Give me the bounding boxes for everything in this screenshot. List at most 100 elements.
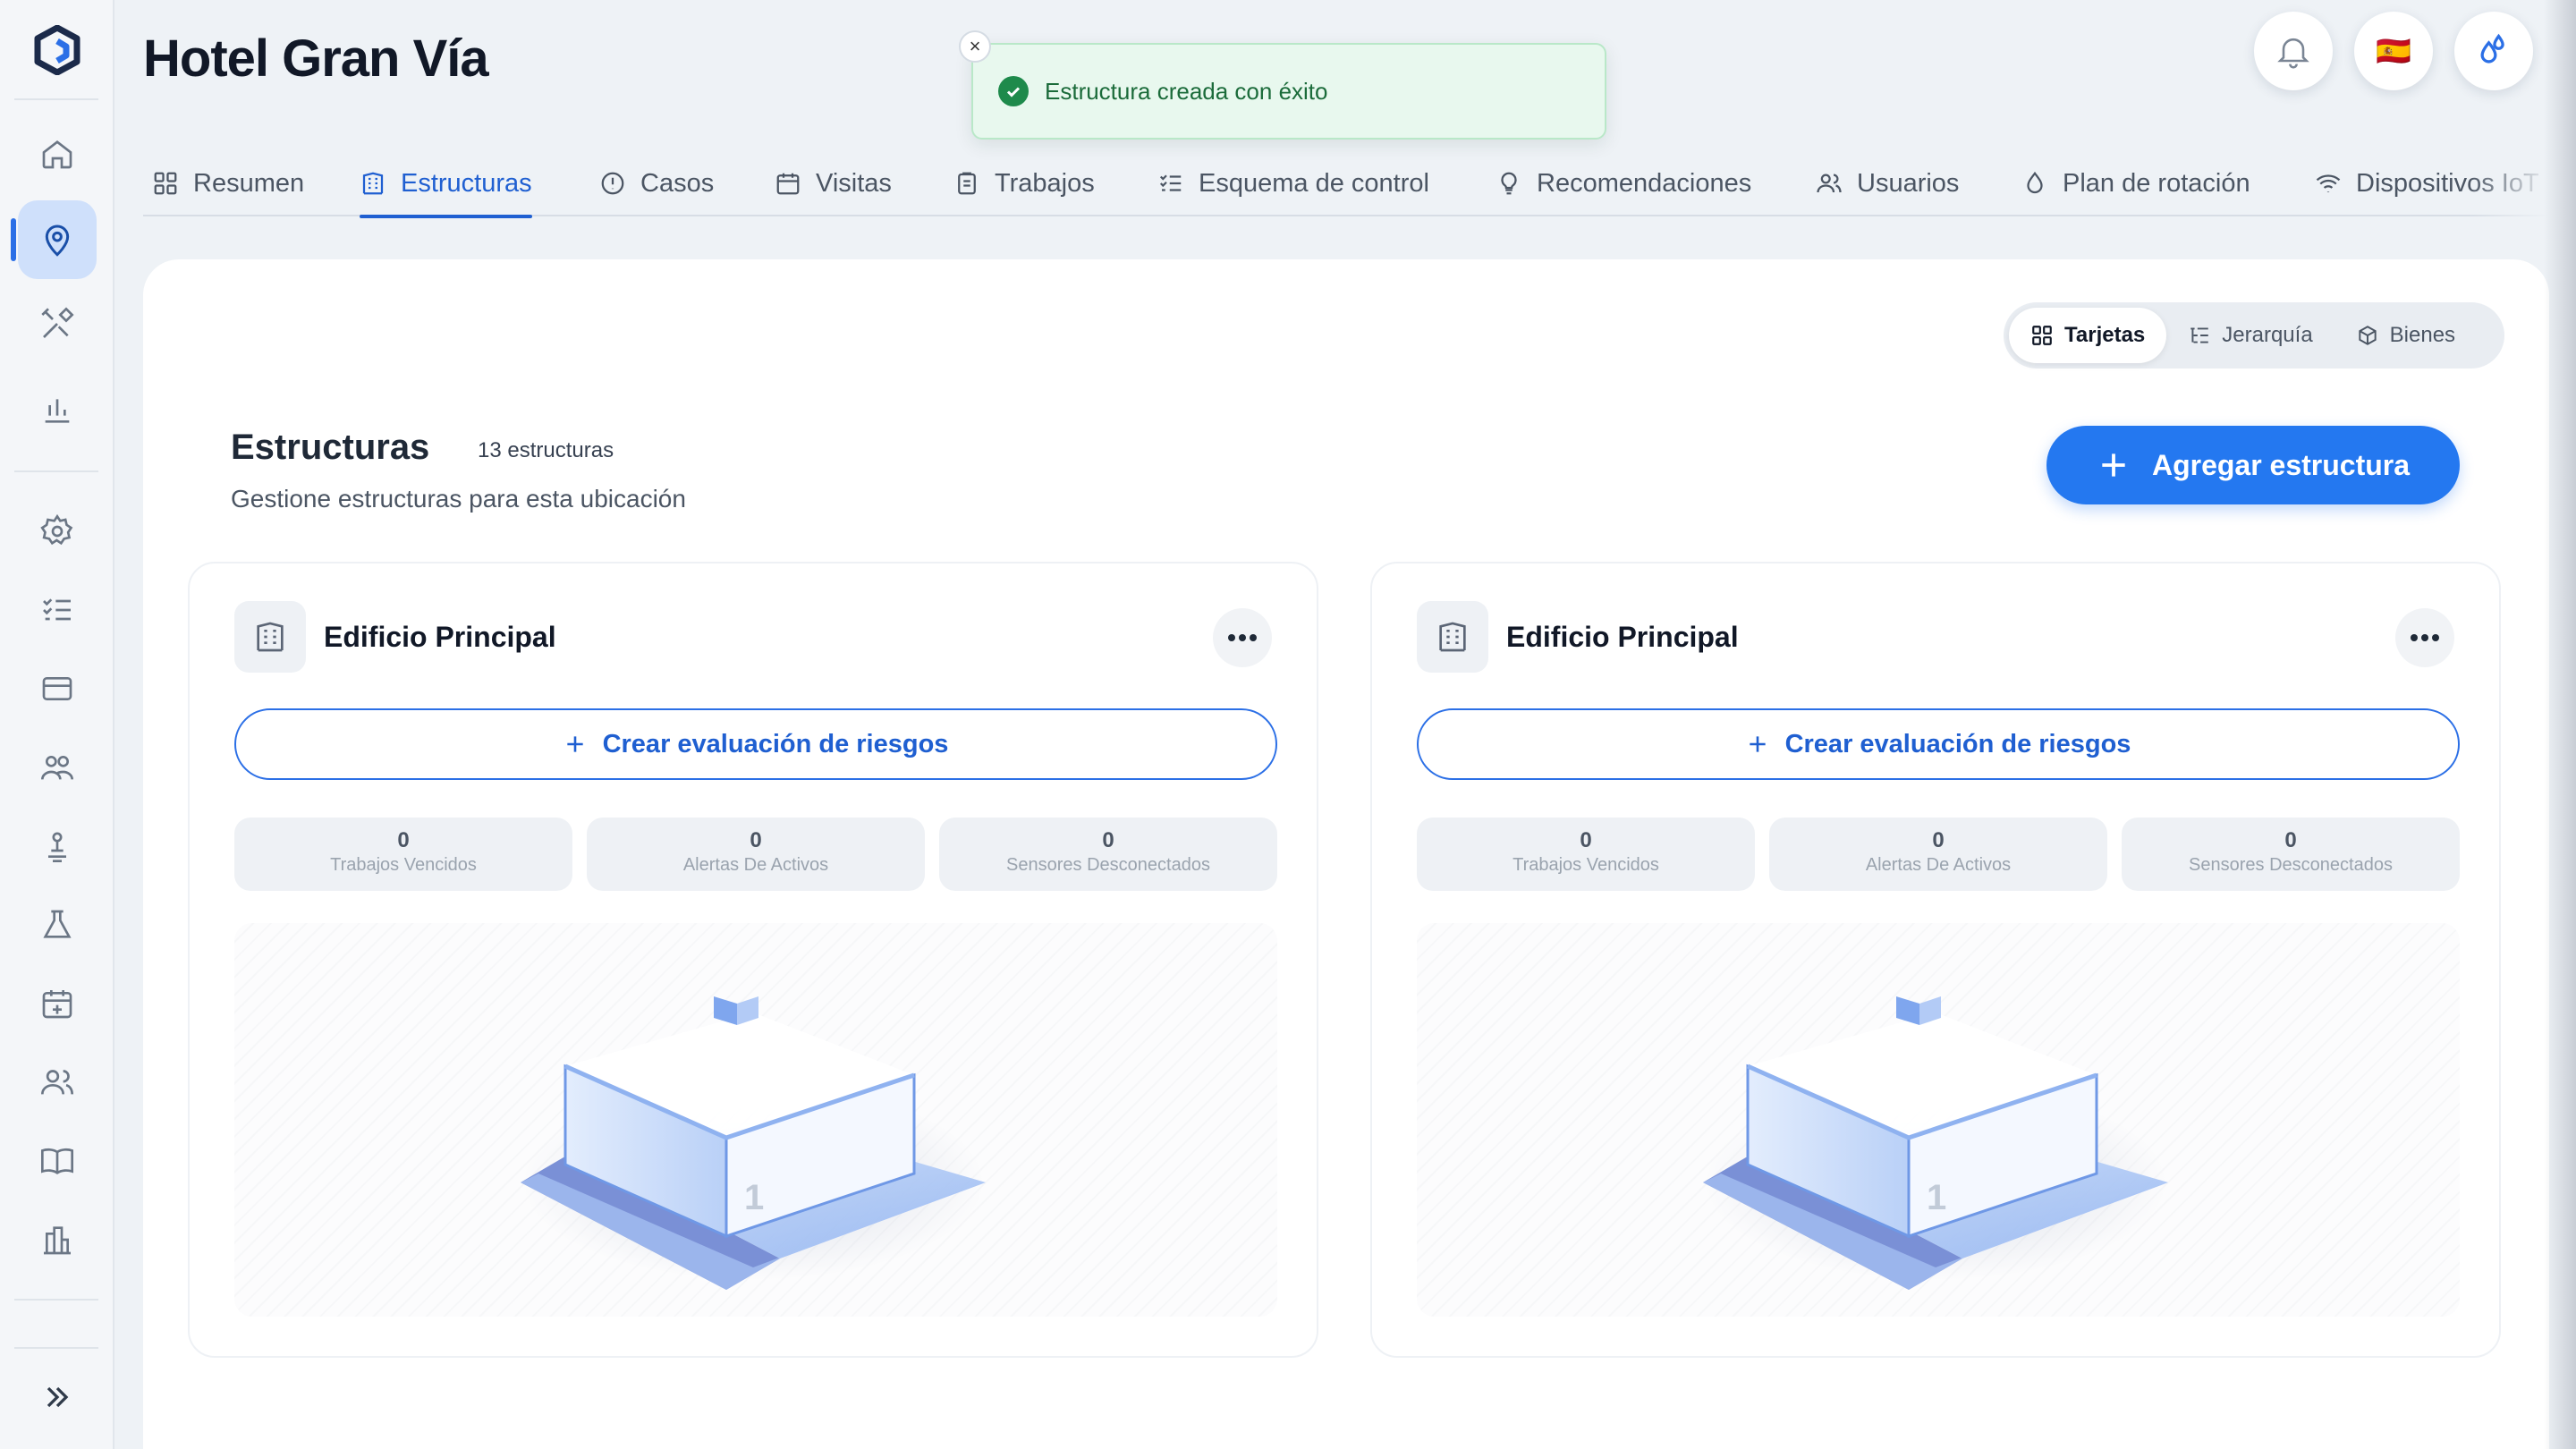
sidebar-item-docs[interactable] — [18, 1122, 97, 1200]
view-cards-button[interactable]: Tarjetas — [2009, 308, 2167, 363]
check-circle-icon — [998, 76, 1029, 106]
checklist-icon — [43, 598, 71, 621]
sidebar-item-checklists[interactable] — [18, 571, 97, 649]
user-menu-button[interactable] — [2454, 12, 2533, 90]
sidebar-item-buildings[interactable] — [18, 1200, 97, 1279]
app-logo-icon[interactable] — [34, 24, 80, 76]
sidebar-item-equipment[interactable] — [18, 807, 97, 886]
sidebar-item-teams[interactable] — [18, 728, 97, 807]
view-assets-label: Bienes — [2389, 323, 2456, 347]
tab-label: Esquema de control — [1199, 168, 1429, 198]
tab-label: Recomendaciones — [1537, 168, 1752, 198]
tools-icon — [41, 307, 74, 338]
tab-plan-de-rotacion[interactable]: Plan de rotación — [2021, 150, 2250, 216]
stat-value: 0 — [1102, 828, 1114, 852]
view-toggle: Tarjetas Jerarquía Bienes — [2004, 302, 2504, 369]
floor-number: 1 — [744, 1178, 764, 1217]
structure-card[interactable]: Edificio Principal Crear evaluación de r… — [188, 562, 1318, 1358]
flask-icon — [43, 910, 72, 938]
bell-icon — [2277, 38, 2309, 69]
team-icon — [41, 756, 73, 780]
tab-label: Resumen — [193, 168, 305, 198]
create-risk-assessment-button[interactable]: Crear evaluación de riesgos — [1417, 708, 2460, 780]
stat-asset-alerts: 0 Alertas De Activos — [587, 818, 925, 891]
tab-resumen[interactable]: Resumen — [152, 150, 304, 216]
tab-esquema-de-control[interactable]: Esquema de control — [1157, 150, 1429, 216]
grid-icon — [2032, 326, 2052, 345]
view-hierarchy-label: Jerarquía — [2222, 323, 2313, 347]
double-chevron-right-icon — [47, 1386, 69, 1408]
tab-recomendaciones[interactable]: Recomendaciones — [1496, 150, 1751, 216]
isometric-building-icon: 1 — [521, 996, 986, 1290]
success-toast: × Estructura creada con éxito — [959, 30, 1606, 140]
location-tabs: Resumen Estructuras Casos Visitas Trabaj… — [143, 150, 2549, 218]
sidebar-item-tools[interactable] — [18, 284, 97, 363]
add-structure-label: Agregar estructura — [2151, 448, 2411, 481]
view-cards-label: Tarjetas — [2064, 323, 2146, 347]
tab-casos[interactable]: Casos — [599, 150, 714, 216]
tab-label: Visitas — [816, 168, 892, 198]
building-illustration: 1 — [234, 923, 1277, 1317]
card-title: Edificio Principal — [324, 621, 556, 653]
view-assets-button[interactable]: Bienes — [2334, 308, 2477, 363]
tab-label: Casos — [640, 168, 715, 198]
users-icon — [1817, 174, 1842, 193]
notifications-button[interactable] — [2254, 12, 2333, 90]
risk-button-label: Crear evaluación de riesgos — [602, 729, 949, 758]
sidebar-item-settings[interactable] — [18, 492, 97, 571]
structure-card[interactable]: Edificio Principal Crear evaluación de r… — [1370, 562, 2501, 1358]
more-horizontal-icon — [2411, 634, 2439, 641]
calendar-icon — [776, 173, 800, 195]
view-hierarchy-button[interactable]: Jerarquía — [2166, 308, 2334, 363]
card-more-button[interactable] — [1213, 608, 1272, 667]
bar-chart-icon — [45, 399, 70, 423]
card-more-button[interactable] — [2395, 608, 2454, 667]
tab-trabajos[interactable]: Trabajos — [953, 150, 1095, 216]
sidebar-expand-button[interactable] — [18, 1360, 97, 1435]
toast-close-button[interactable]: × — [959, 30, 991, 63]
add-structure-button[interactable]: Agregar estructura — [2046, 426, 2460, 504]
sidebar-divider — [14, 470, 98, 472]
stat-disconnected-sensors: 0 Sensores Desconectados — [939, 818, 1277, 891]
droplet-icon — [2027, 171, 2043, 194]
toast-message: Estructura creada con éxito — [1045, 77, 1328, 105]
stat-value: 0 — [1932, 828, 1945, 852]
microscope-icon — [48, 832, 66, 862]
users-icon — [41, 1070, 73, 1095]
box-icon — [2359, 326, 2377, 345]
tab-usuarios[interactable]: Usuarios — [1816, 150, 1959, 216]
sidebar-divider — [14, 1347, 98, 1349]
sidebar-item-users[interactable] — [18, 1043, 97, 1122]
tab-visitas[interactable]: Visitas — [775, 150, 892, 216]
sidebar-active-indicator — [11, 218, 16, 261]
sidebar-divider — [14, 98, 98, 100]
alert-circle-icon — [601, 172, 624, 195]
credit-card-icon — [42, 677, 72, 700]
sidebar-item-calendar[interactable] — [18, 964, 97, 1043]
language-button[interactable]: 🇪🇸 — [2354, 12, 2433, 90]
tabs-scroll-fade — [2469, 150, 2549, 216]
more-horizontal-icon — [1228, 634, 1257, 641]
floor-number: 1 — [1927, 1178, 1946, 1217]
stat-overdue-jobs: 0 Trabajos Vencidos — [234, 818, 572, 891]
stat-value: 0 — [750, 828, 762, 852]
sidebar-item-locations[interactable] — [18, 200, 97, 279]
lightbulb-icon — [1501, 172, 1517, 195]
spain-flag-icon: 🇪🇸 — [2376, 35, 2411, 67]
tab-label: Plan de rotación — [2063, 168, 2250, 198]
buildings-icon — [44, 1226, 71, 1255]
sidebar-item-billing[interactable] — [18, 649, 97, 728]
tab-estructuras[interactable]: Estructuras — [360, 150, 532, 218]
building-icon — [1417, 601, 1488, 673]
sidebar-item-home[interactable] — [18, 114, 97, 193]
window-edge-shadow — [2544, 0, 2576, 1449]
stat-value: 0 — [2284, 828, 2297, 852]
sidebar-item-lab[interactable] — [18, 886, 97, 964]
building-icon — [362, 172, 384, 195]
stat-value: 0 — [1580, 828, 1592, 852]
page-title: Hotel Gran Vía — [143, 30, 489, 88]
risk-button-label: Crear evaluación de riesgos — [1784, 729, 2131, 758]
sidebar-item-analytics[interactable] — [18, 370, 97, 449]
create-risk-assessment-button[interactable]: Crear evaluación de riesgos — [234, 708, 1277, 780]
structures-count: 13 estructuras — [478, 438, 614, 462]
